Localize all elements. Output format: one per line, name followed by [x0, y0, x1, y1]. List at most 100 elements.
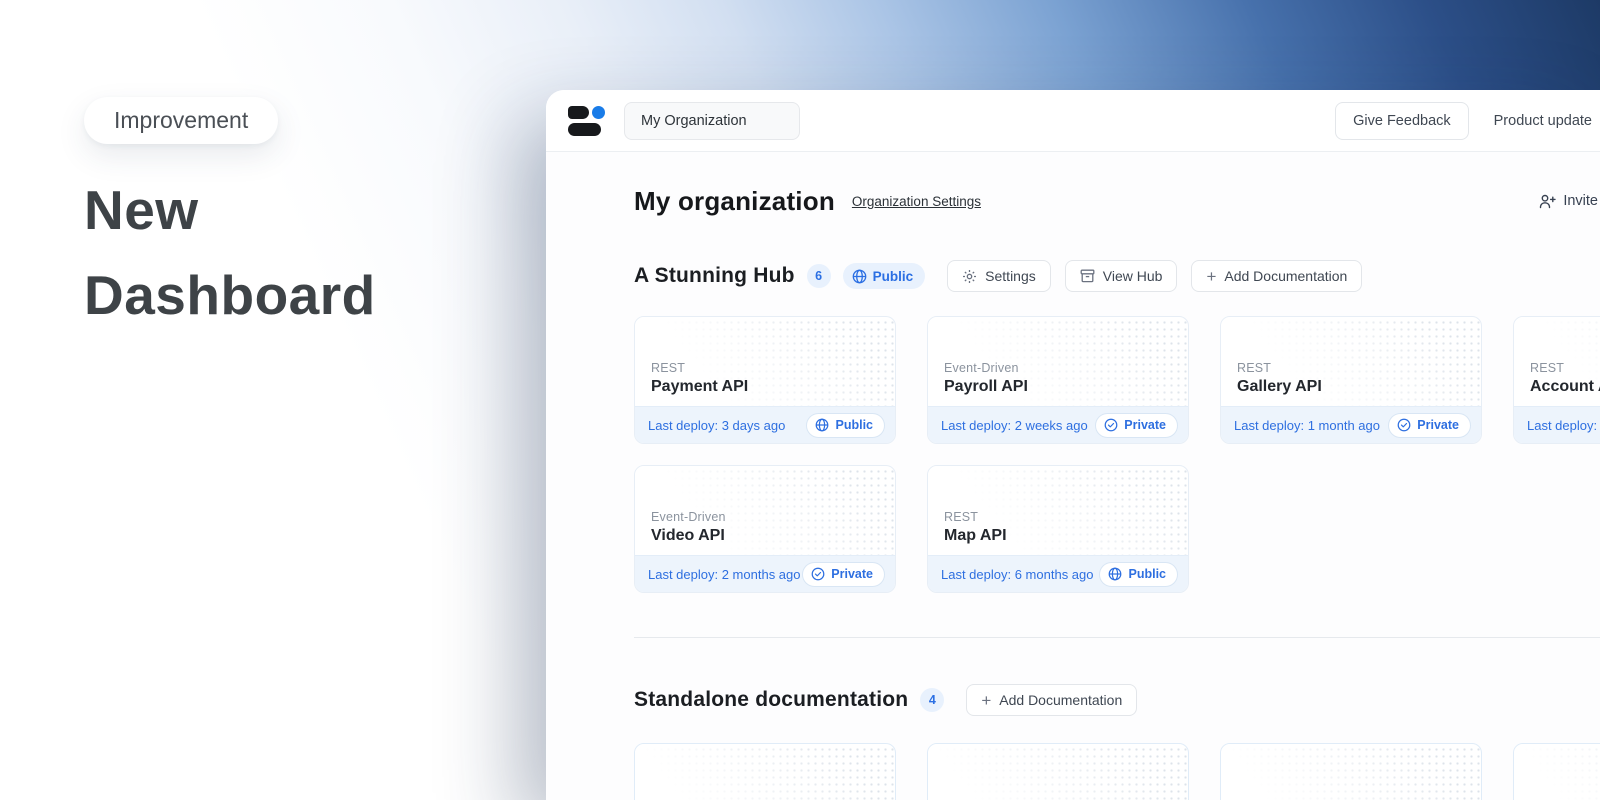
card-body: REST Map API [928, 466, 1188, 555]
hub-settings-label: Settings [985, 268, 1036, 284]
hub-add-documentation-button[interactable]: + Add Documentation [1191, 260, 1362, 292]
logo-dot [592, 106, 605, 119]
visibility-badge: Public [1099, 562, 1178, 587]
api-card[interactable] [1220, 743, 1482, 800]
api-card-payroll[interactable]: Event-Driven Payroll API Last deploy: 2 … [927, 316, 1189, 444]
organization-settings-link[interactable]: Organization Settings [852, 194, 981, 209]
api-card-video[interactable]: Event-Driven Video API Last deploy: 2 mo… [634, 465, 896, 593]
api-card[interactable] [634, 743, 896, 800]
api-card[interactable] [927, 743, 1189, 800]
last-deploy-text: Last deploy: 2 months ago [648, 567, 801, 582]
visibility-badge: Private [1388, 413, 1471, 438]
hub-count-badge: 6 [807, 264, 831, 288]
visibility-badge: Private [802, 562, 885, 587]
card-body [1221, 744, 1481, 800]
visibility-badge: Private [1095, 413, 1178, 438]
card-footer: Last deploy: 3 days ago Public [635, 406, 895, 443]
api-card[interactable] [1513, 743, 1600, 800]
shield-check-icon [1104, 418, 1118, 432]
api-card-map[interactable]: REST Map API Last deploy: 6 months ago P… [927, 465, 1189, 593]
hub-settings-button[interactable]: Settings [947, 260, 1051, 292]
last-deploy-text: Last deploy: 1 month ago [1234, 418, 1380, 433]
api-card-gallery[interactable]: REST Gallery API Last deploy: 1 month ag… [1220, 316, 1482, 444]
card-body: REST Payment API [635, 317, 895, 406]
card-body [928, 744, 1188, 800]
hub-cards-grid: REST Payment API Last deploy: 3 days ago… [634, 316, 1600, 593]
api-type-label: Event-Driven [944, 361, 1172, 375]
improvement-badge: Improvement [84, 97, 278, 144]
card-body: REST Account API [1514, 317, 1600, 406]
card-footer: Last deploy: 4 [1514, 406, 1600, 443]
topbar: My Organization Give Feedback Product up… [546, 90, 1600, 152]
hub-section-header: A Stunning Hub 6 Public [634, 260, 1600, 292]
visibility-label: Public [835, 418, 873, 432]
logo-bar-bottom [568, 123, 601, 136]
shield-check-icon [1397, 418, 1411, 432]
product-update-label: Product update [1494, 113, 1592, 129]
improvement-badge-label: Improvement [114, 107, 248, 134]
logo-bar-top [568, 106, 589, 119]
api-title: Gallery API [1237, 378, 1465, 396]
standalone-cards-grid [634, 743, 1600, 800]
visibility-label: Private [1417, 418, 1459, 432]
hero-title-line2: Dashboard [84, 253, 376, 338]
api-type-label: REST [1237, 361, 1465, 375]
visibility-badge: Public [806, 413, 885, 438]
card-body: REST Gallery API [1221, 317, 1481, 406]
standalone-section-header: Standalone documentation 4 + Add Documen… [634, 684, 1600, 716]
api-title: Account API [1530, 378, 1600, 396]
user-plus-icon [1539, 194, 1556, 209]
standalone-count-badge: 4 [920, 688, 944, 712]
globe-icon [815, 418, 829, 432]
app-logo[interactable] [568, 106, 605, 136]
api-type-label: REST [651, 361, 879, 375]
card-body: Event-Driven Payroll API [928, 317, 1188, 406]
api-title: Payroll API [944, 378, 1172, 396]
page-title: My organization [634, 186, 835, 217]
card-footer: Last deploy: 2 months ago Private [635, 555, 895, 592]
standalone-actions: + Add Documentation [966, 684, 1137, 716]
product-update-link[interactable]: Product update [1494, 113, 1592, 129]
org-switcher-label: My Organization [641, 113, 747, 129]
last-deploy-text: Last deploy: 6 months ago [941, 567, 1094, 582]
hub-title: A Stunning Hub [634, 264, 795, 288]
api-card-account[interactable]: REST Account API Last deploy: 4 [1513, 316, 1600, 444]
section-divider [634, 637, 1600, 638]
api-title: Map API [944, 527, 1172, 545]
last-deploy-text: Last deploy: 2 weeks ago [941, 418, 1088, 433]
main-content: My organization Organization Settings In… [546, 152, 1600, 800]
hub-visibility-badge: Public [843, 263, 926, 289]
chevron-down-icon [773, 117, 785, 125]
view-hub-label: View Hub [1103, 268, 1163, 284]
api-card-payment[interactable]: REST Payment API Last deploy: 3 days ago… [634, 316, 896, 444]
card-body [635, 744, 895, 800]
api-type-label: REST [944, 510, 1172, 524]
visibility-label: Private [1124, 418, 1166, 432]
invite-label: Invite [1563, 193, 1598, 209]
standalone-title: Standalone documentation [634, 688, 908, 712]
standalone-add-documentation-label: Add Documentation [999, 692, 1122, 708]
hero-title-line1: New [84, 168, 376, 253]
plus-icon: + [981, 692, 991, 709]
last-deploy-text: Last deploy: 3 days ago [648, 418, 785, 433]
org-switcher-dropdown[interactable]: My Organization [624, 102, 800, 140]
view-hub-button[interactable]: View Hub [1065, 260, 1178, 292]
hub-actions: Settings View Hub + Add Documentation [947, 260, 1362, 292]
api-type-label: REST [1530, 361, 1600, 375]
api-type-label: Event-Driven [651, 510, 879, 524]
standalone-add-documentation-button[interactable]: + Add Documentation [966, 684, 1137, 716]
hub-add-documentation-label: Add Documentation [1224, 268, 1347, 284]
hero-title: New Dashboard [84, 168, 376, 338]
globe-icon [852, 269, 867, 284]
give-feedback-label: Give Feedback [1353, 113, 1451, 129]
card-footer: Last deploy: 2 weeks ago Private [928, 406, 1188, 443]
hub-visibility-label: Public [873, 269, 914, 284]
api-title: Video API [651, 527, 879, 545]
give-feedback-button[interactable]: Give Feedback [1335, 102, 1469, 140]
shield-check-icon [811, 567, 825, 581]
invite-button[interactable]: Invite [1539, 193, 1600, 209]
visibility-label: Public [1128, 567, 1166, 581]
gear-icon [962, 269, 977, 284]
card-footer: Last deploy: 6 months ago Public [928, 555, 1188, 592]
card-footer: Last deploy: 1 month ago Private [1221, 406, 1481, 443]
